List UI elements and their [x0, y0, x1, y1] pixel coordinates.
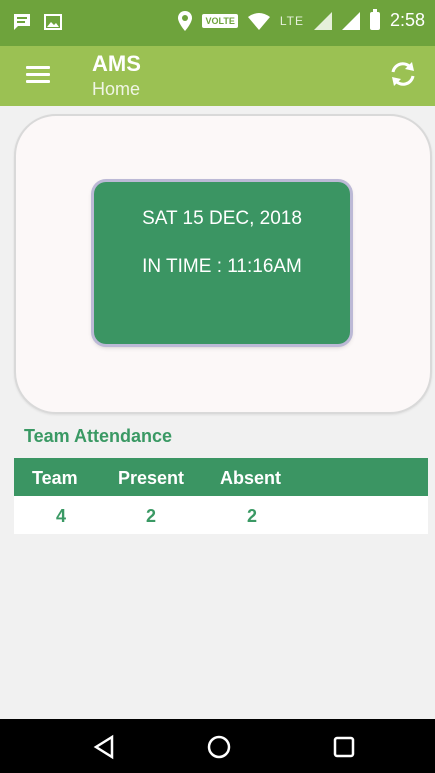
- back-icon[interactable]: [90, 733, 118, 761]
- menu-icon[interactable]: [26, 62, 50, 83]
- message-icon: [14, 14, 30, 30]
- team-attendance-title: Team Attendance: [24, 426, 173, 446]
- navigation-bar: [0, 719, 435, 773]
- app-title: AMS: [92, 51, 141, 76]
- home-icon[interactable]: [205, 733, 233, 761]
- status-bar: VOLTE LTE 2:58: [0, 0, 435, 46]
- refresh-icon[interactable]: [385, 56, 421, 92]
- lte-label: LTE: [279, 13, 304, 28]
- table-header: Team Present Absent: [14, 458, 428, 496]
- attendance-date: SAT 15 DEC, 2018: [142, 208, 302, 229]
- wifi-icon: [247, 12, 270, 30]
- signal-icon: [313, 11, 332, 30]
- column-absent: Absent: [220, 468, 282, 488]
- clock: 2:58: [389, 10, 425, 30]
- app-subtitle: Home: [92, 79, 141, 99]
- team-count: 4: [56, 506, 67, 526]
- attendance-summary: SAT 15 DEC, 2018 IN TIME : 11:16AM: [94, 182, 350, 344]
- in-time: IN TIME : 11:16AM: [142, 256, 302, 277]
- recents-icon[interactable]: [330, 733, 358, 761]
- absent-count: 2: [247, 506, 258, 526]
- volte-badge: VOLTE: [202, 13, 238, 28]
- image-icon: [44, 14, 62, 30]
- signal-icon: [341, 11, 360, 30]
- location-icon: [178, 10, 193, 31]
- app-bar: AMS Home: [0, 46, 435, 106]
- column-present: Present: [118, 468, 185, 488]
- present-count: 2: [146, 506, 157, 526]
- table-row: 4 2 2: [14, 496, 428, 534]
- battery-icon: [369, 8, 380, 30]
- column-team: Team: [32, 468, 78, 488]
